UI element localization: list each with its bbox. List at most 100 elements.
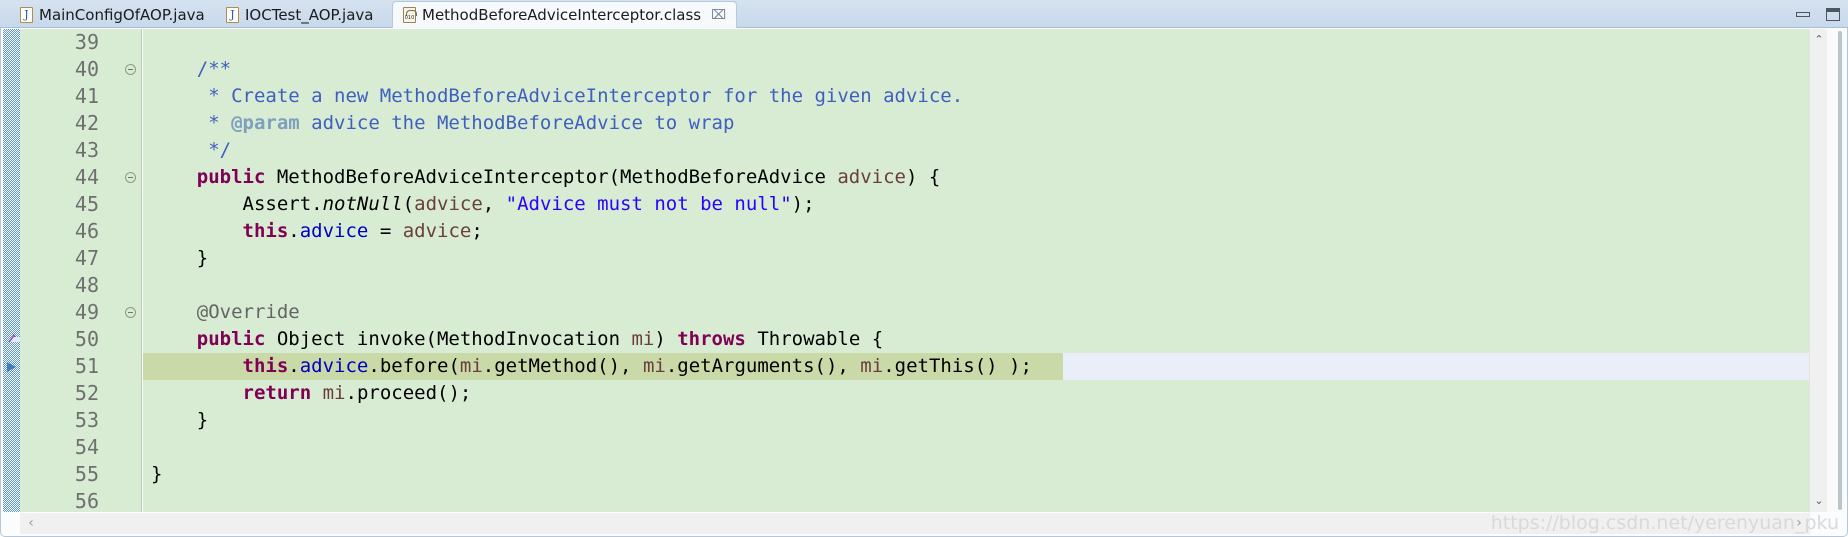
code-line-text: */ — [143, 137, 231, 164]
code-line[interactable]: /** — [143, 56, 1812, 83]
code-line[interactable]: */ — [143, 137, 1812, 164]
code-line[interactable]: @Override — [143, 299, 1812, 326]
fold-collapse-icon[interactable] — [124, 164, 137, 191]
code-token: ) { — [906, 166, 941, 188]
code-token: = — [368, 220, 403, 242]
fold-collapse-icon[interactable] — [124, 56, 137, 83]
editor-tab-0[interactable]: MainConfigOfAOP.java — [10, 2, 215, 28]
maximize-icon[interactable] — [1826, 7, 1840, 21]
code-line[interactable]: * Create a new MethodBeforeAdviceInterce… — [143, 83, 1812, 110]
code-line[interactable]: public MethodBeforeAdviceInterceptor(Met… — [143, 164, 1812, 191]
code-line-text: /** — [143, 56, 231, 83]
line-number: 45 — [74, 192, 99, 216]
line-number-gutter[interactable]: 39 40 41 42 43 44 45 46 47 48 49 50 51 52 53 54 55 56 — [20, 29, 142, 513]
code-token: this — [242, 355, 289, 377]
code-token: public — [196, 166, 266, 188]
code-token: . — [288, 355, 300, 377]
line-number: 56 — [74, 489, 99, 513]
horizontal-scrollbar[interactable]: ‹ › — [20, 513, 1810, 534]
code-token: } — [151, 463, 163, 485]
code-line-text: Assert.notNull(advice, "Advice must not … — [143, 191, 815, 218]
code-line[interactable]: } — [143, 407, 1812, 434]
tab-close-icon[interactable]: ⌧ — [711, 9, 726, 22]
code-token: } — [151, 247, 209, 269]
code-line-text: } — [143, 461, 162, 488]
editor-tab-2[interactable]: MethodBeforeAdviceInterceptor.class ⌧ — [392, 1, 738, 28]
code-token: .getArguments(), — [665, 355, 861, 377]
line-number: 48 — [74, 273, 99, 297]
code-line-text: this.advice.before(mi.getMethod(), mi.ge… — [143, 353, 1032, 380]
code-line-text: * @param advice the MethodBeforeAdvice t… — [143, 110, 734, 137]
code-line[interactable] — [143, 272, 1812, 299]
line-number: 44 — [74, 165, 99, 189]
code-text-area[interactable]: /** * Create a new MethodBeforeAdviceInt… — [143, 29, 1812, 512]
vertical-scrollbar[interactable]: ⌃ ⌄ — [1809, 29, 1827, 512]
code-line[interactable] — [143, 488, 1812, 512]
scrollbar-corner — [2, 513, 20, 534]
code-line[interactable]: public Object invoke(MethodInvocation mi… — [143, 326, 1812, 353]
fold-box — [125, 307, 136, 318]
code-token: } — [151, 409, 209, 431]
code-token: advice — [299, 220, 369, 242]
code-token: advice — [837, 166, 906, 188]
code-line[interactable]: Assert.notNull(advice, "Advice must not … — [143, 191, 1812, 218]
fold-box — [125, 172, 136, 183]
code-token: /** — [151, 58, 232, 80]
eclipse-editor-window: MainConfigOfAOP.java IOCTest_AOP.java Meth… — [0, 0, 1848, 537]
code-token: "Advice must not be null" — [505, 193, 792, 215]
code-token: .before( — [368, 355, 460, 377]
code-line[interactable]: } — [143, 245, 1812, 272]
line-number: 54 — [74, 435, 99, 459]
code-token: advice the MethodBeforeAdvice to wrap — [299, 112, 735, 134]
code-token: MethodBeforeAdviceInterceptor(MethodBefo… — [265, 166, 838, 188]
code-line[interactable] — [143, 29, 1812, 56]
code-token: ) — [654, 328, 678, 350]
scroll-left-icon[interactable]: ‹ — [22, 513, 40, 534]
scroll-up-icon[interactable]: ⌃ — [1810, 31, 1828, 49]
scroll-right-icon[interactable]: › — [1790, 513, 1808, 534]
overview-ruler[interactable] — [1827, 29, 1845, 512]
code-token: @param — [231, 112, 300, 134]
code-editor[interactable]: 39 40 41 42 43 44 45 46 47 48 49 50 51 52 53 54 55 56 /**… — [0, 28, 1848, 537]
code-token: ); — [791, 193, 815, 215]
code-line-text: public MethodBeforeAdviceInterceptor(Met… — [143, 164, 941, 191]
minimize-icon[interactable] — [1796, 11, 1810, 17]
code-token: ( — [402, 193, 415, 215]
scroll-down-icon[interactable]: ⌄ — [1810, 492, 1828, 510]
line-number: 40 — [74, 57, 99, 81]
fold-collapse-icon[interactable] — [124, 299, 137, 326]
code-token: Assert. — [151, 193, 323, 215]
code-line[interactable]: return mi.proceed(); — [143, 380, 1812, 407]
code-token: advice — [402, 220, 472, 242]
code-token: mi — [322, 382, 346, 404]
line-number: 52 — [74, 381, 99, 405]
line-number: 49 — [74, 300, 99, 324]
code-line[interactable] — [143, 434, 1812, 461]
line-number: 55 — [74, 462, 99, 486]
code-token: .getMethod(), — [482, 355, 643, 377]
code-token: .proceed(); — [345, 382, 472, 404]
code-token: Throwable { — [745, 328, 884, 350]
editor-tab-1[interactable]: IOCTest_AOP.java — [216, 2, 383, 28]
code-token: return — [242, 382, 312, 404]
code-token: mi — [459, 355, 483, 377]
code-token: @Override — [196, 301, 300, 323]
overview-ruler-line — [1838, 31, 1842, 510]
code-token: Object invoke(MethodInvocation — [265, 328, 632, 350]
code-token: advice — [414, 193, 483, 215]
code-token: notNull — [322, 193, 403, 215]
code-line-text: return mi.proceed(); — [143, 380, 472, 407]
line-number: 53 — [74, 408, 99, 432]
code-line[interactable]: this.advice.before(mi.getMethod(), mi.ge… — [143, 353, 1812, 380]
editor-tab-label: MainConfigOfAOP.java — [39, 6, 205, 24]
editor-tab-label: IOCTest_AOP.java — [245, 6, 374, 24]
code-token: .getThis() ); — [883, 355, 1032, 377]
line-number: 51 — [74, 354, 99, 378]
code-line[interactable]: } — [143, 461, 1812, 488]
code-line[interactable]: * @param advice the MethodBeforeAdvice t… — [143, 110, 1812, 137]
code-line[interactable]: this.advice = advice; — [143, 218, 1812, 245]
line-number: 39 — [74, 30, 99, 54]
